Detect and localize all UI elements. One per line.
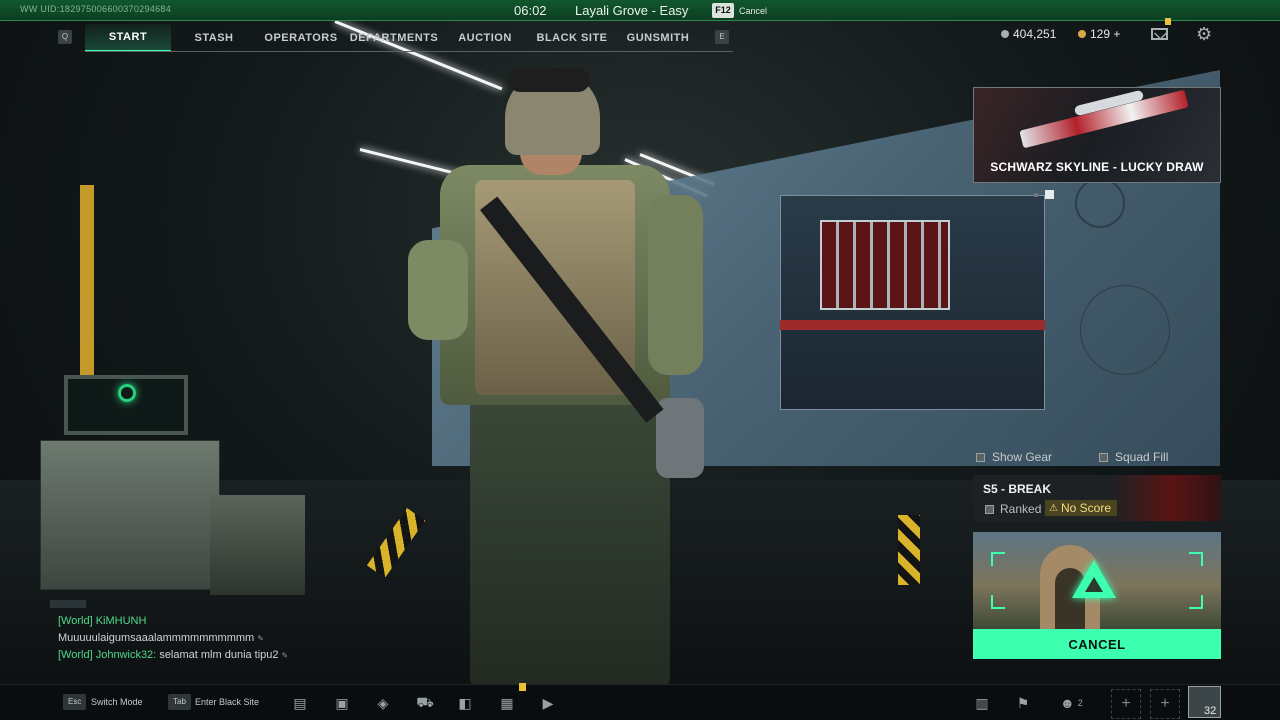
- matchmaking-logo-inner: [1085, 577, 1103, 592]
- player-level: 32: [1204, 705, 1217, 717]
- notification-badge: [1165, 18, 1171, 25]
- gear-icon[interactable]: ⚙: [1196, 25, 1212, 43]
- season-title: S5 - BREAK: [983, 482, 1052, 496]
- chat-text: Muuuuulaigumsaaalammmmmmmmmm: [58, 632, 255, 644]
- tab-gunsmith[interactable]: GUNSMITH: [618, 24, 698, 52]
- chat-tab[interactable]: [50, 600, 86, 608]
- mail-icon[interactable]: [1151, 28, 1168, 40]
- chat-log: [World] KiMHUNH Muuuuulaigumsaaalammmmmm…: [58, 613, 288, 664]
- tab-key-hint[interactable]: Tab: [168, 694, 191, 710]
- warning-icon: ⚠: [1049, 502, 1058, 514]
- squad-fill-checkbox[interactable]: [1099, 452, 1108, 462]
- squad-icon[interactable]: ☻ 2: [1060, 693, 1094, 713]
- enter-black-site-label[interactable]: Enter Black Site: [195, 697, 259, 707]
- operator-arm-right: [648, 195, 703, 375]
- lucky-draw-promo-card[interactable]: SCHWARZ SKYLINE - LUCKY DRAW: [973, 87, 1221, 183]
- frame-corner: [1189, 595, 1203, 609]
- terminal-logo-icon: [118, 384, 136, 402]
- frame-corner: [991, 552, 1005, 566]
- yellow-pipe: [80, 185, 94, 385]
- radio-equipment: [40, 440, 220, 590]
- translate-icon[interactable]: ✎: [257, 634, 264, 643]
- esc-key-hint[interactable]: Esc: [63, 694, 87, 710]
- screen-emblem-circle: [1075, 178, 1125, 228]
- nav-next-key-hint[interactable]: E: [715, 30, 729, 44]
- frame-corner: [991, 595, 1005, 609]
- gold-coin-icon: [1078, 30, 1086, 38]
- translate-icon[interactable]: ✎: [282, 651, 289, 660]
- battle-pass-icon[interactable]: ◧: [455, 693, 475, 713]
- shield-icon[interactable]: ◈: [373, 693, 393, 713]
- screen-radar-circle: [1080, 285, 1170, 375]
- silver-currency: 404,251: [1001, 27, 1056, 41]
- gift-icon[interactable]: ▣: [332, 693, 352, 713]
- queued-map-name: Layali Grove - Easy: [575, 3, 689, 18]
- switch-mode-label[interactable]: Switch Mode: [91, 697, 143, 707]
- tab-operators[interactable]: OPERATORS: [260, 24, 342, 52]
- cancel-key-label[interactable]: Cancel: [739, 6, 767, 16]
- squad-fill-label: Squad Fill: [1115, 450, 1169, 464]
- promo-carousel-indicator: [1034, 190, 1054, 199]
- hazard-stripe: [898, 515, 920, 585]
- main-navigation: Q START STASH OPERATORS DEPARTMENTS AUCT…: [55, 24, 735, 52]
- silver-coin-icon: [1001, 30, 1009, 38]
- f12-key-hint: F12: [712, 3, 734, 18]
- no-score-label: No Score: [1060, 501, 1111, 515]
- chat-message: Muuuuulaigumsaaalammmmmmmmmm ✎: [58, 630, 288, 647]
- add-squad-slot-button[interactable]: +: [1111, 689, 1141, 719]
- nav-prev-key-hint[interactable]: Q: [58, 30, 72, 44]
- chat-message: [World] Johnwick32: selamat mlm dunia ti…: [58, 647, 288, 664]
- stats-chart-icon[interactable]: ▥: [972, 693, 992, 713]
- calendar-notification-badge: [519, 683, 526, 691]
- show-gear-toggle[interactable]: Show Gear: [976, 450, 1052, 464]
- tab-start[interactable]: START: [85, 24, 171, 52]
- chat-icon[interactable]: ▤: [290, 693, 310, 713]
- tab-stash[interactable]: STASH: [173, 24, 255, 52]
- ranked-toggle[interactable]: Ranked: [985, 502, 1041, 516]
- video-play-icon[interactable]: ▶: [538, 693, 558, 713]
- tab-black-site[interactable]: BLACK SITE: [532, 24, 612, 52]
- add-squad-slot-button[interactable]: +: [1150, 689, 1180, 719]
- squad-count: 2: [1077, 698, 1083, 708]
- chat-channel: [World]: [58, 649, 93, 661]
- calendar-icon[interactable]: ▦: [497, 693, 517, 713]
- tab-auction[interactable]: AUCTION: [445, 24, 525, 52]
- squad-people-icon: ☻: [1060, 695, 1075, 711]
- show-gear-label: Show Gear: [992, 450, 1053, 464]
- show-gear-checkbox[interactable]: [976, 452, 985, 462]
- squad-fill-toggle[interactable]: Squad Fill: [1099, 450, 1168, 464]
- equipment-crate: [210, 495, 305, 595]
- silver-amount: 404,251: [1013, 27, 1057, 41]
- shop-cart-icon[interactable]: ⛟: [415, 693, 435, 713]
- operator-glove: [656, 398, 704, 478]
- queue-timer: 06:02: [514, 3, 547, 18]
- operator-goggles: [508, 68, 590, 92]
- nav-underline: [85, 51, 733, 52]
- frame-corner: [1189, 552, 1203, 566]
- tab-departments[interactable]: DEPARTMENTS: [349, 24, 439, 52]
- ranked-label: Ranked: [1000, 502, 1042, 516]
- no-score-badge: ⚠ No Score: [1045, 500, 1117, 516]
- carousel-dot-active[interactable]: [1045, 190, 1054, 199]
- cancel-matchmaking-button[interactable]: CANCEL: [973, 629, 1221, 659]
- flag-icon[interactable]: ⚑: [1013, 693, 1033, 713]
- promo-title: SCHWARZ SKYLINE - LUCKY DRAW: [990, 160, 1204, 174]
- supply-crate-image: [820, 220, 950, 310]
- operator-arm-left: [408, 240, 468, 340]
- player-uid: WW UID:18297500660037029​4684: [20, 4, 172, 14]
- chat-sender[interactable]: Johnwick32:: [96, 649, 157, 661]
- chat-channel: [World]: [58, 615, 93, 627]
- chat-text: selamat mlm dunia tipu2: [159, 649, 279, 661]
- chat-message: [World] KiMHUNH: [58, 613, 288, 630]
- bottom-toolbar: Esc Switch Mode Tab Enter Black Site ▤ ▣…: [0, 684, 1280, 720]
- carousel-dot[interactable]: [1034, 192, 1038, 197]
- operator-legs: [470, 400, 670, 685]
- screen-red-strip: [780, 320, 1045, 330]
- chat-sender[interactable]: KiMHUNH: [96, 615, 147, 627]
- gold-currency[interactable]: 129 +: [1078, 27, 1120, 41]
- matchmaking-status-bar: WW UID:18297500660037029​4684 06:02 Laya…: [0, 0, 1280, 21]
- gold-amount[interactable]: 129 +: [1090, 27, 1120, 41]
- ranked-checkbox[interactable]: [985, 504, 994, 514]
